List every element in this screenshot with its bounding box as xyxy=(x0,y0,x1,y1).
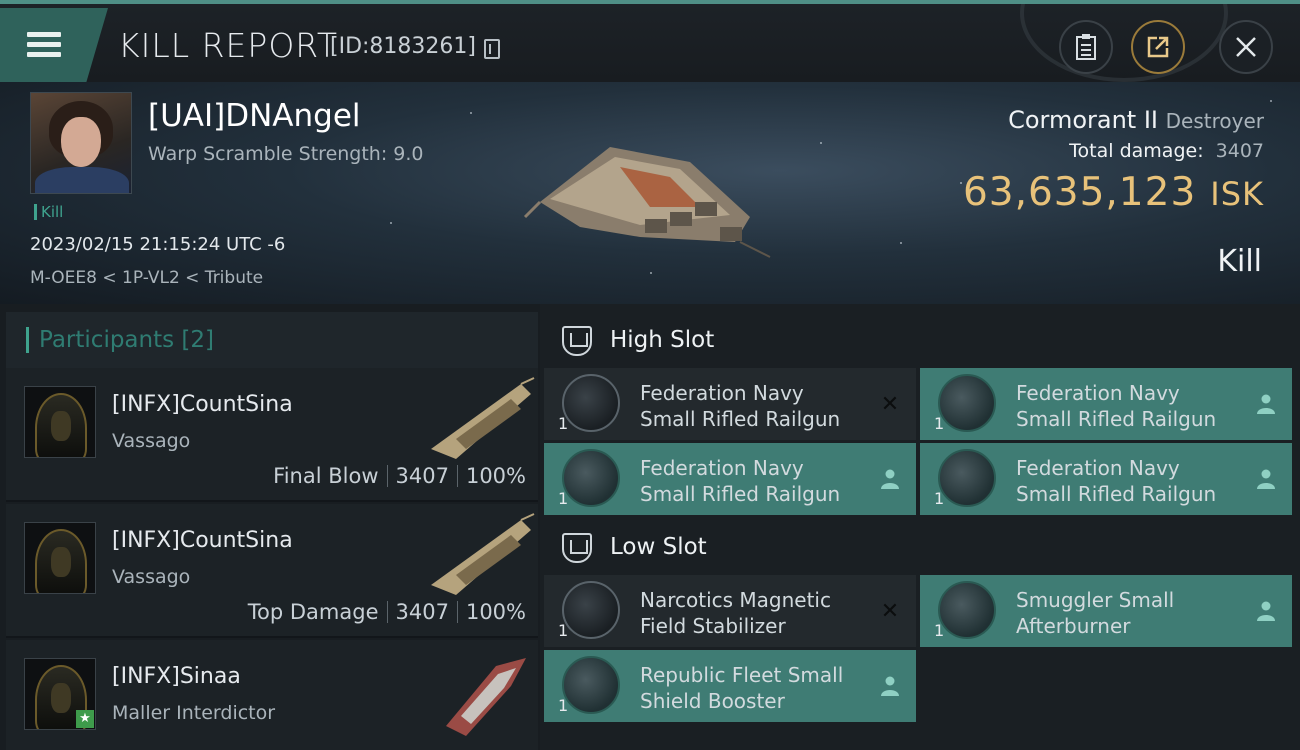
participant-ship-image xyxy=(446,658,526,736)
isk-amount: 63,635,123 xyxy=(962,170,1197,215)
participant-role: Top Damage xyxy=(247,600,379,624)
low-slot-icon xyxy=(562,533,592,563)
module-qty: 1 xyxy=(558,696,569,715)
high-slot-label: High Slot xyxy=(610,327,715,353)
participant-ship: Maller Interdictor xyxy=(112,702,276,724)
participant-name: [INFX]CountSina xyxy=(112,392,293,417)
railgun-icon xyxy=(562,449,620,507)
page-title: KILL REPORT xyxy=(118,26,338,65)
participant-avatar[interactable]: ★ xyxy=(24,658,96,730)
kill-datetime: 2023/02/15 21:15:24 UTC -6 xyxy=(30,234,286,255)
module-name: Federation Navy Small Rifled Railgun xyxy=(1016,456,1217,506)
module-item[interactable]: 1 Federation Navy Small Rifled Railgun ✕ xyxy=(544,368,916,440)
ship-name-text: Cormorant II xyxy=(1008,106,1158,134)
railgun-icon xyxy=(938,374,996,432)
total-damage-label: Total damage: xyxy=(1069,140,1204,162)
afterburner-icon xyxy=(938,581,996,639)
railgun-icon xyxy=(562,374,620,432)
participants-panel: Participants [2] [INFX]CountSina Vassago… xyxy=(0,304,540,750)
shield-booster-icon xyxy=(562,656,620,714)
participant-damage: 3407 xyxy=(395,600,449,624)
total-damage: Total damage: 3407 xyxy=(1069,140,1264,162)
participant-ship: Vassago xyxy=(112,566,191,588)
dropped-person-icon xyxy=(1257,469,1275,489)
destroyed-icon: ✕ xyxy=(880,598,900,624)
share-icon xyxy=(1147,36,1169,58)
module-name: Republic Fleet Small Shield Booster xyxy=(640,663,844,713)
result-label: Kill xyxy=(1217,244,1262,279)
low-slot-header: Low Slot xyxy=(550,519,1300,575)
warp-scramble-strength: Warp Scramble Strength: 9.0 xyxy=(148,143,424,165)
participants-title: Participants [2] xyxy=(26,327,214,353)
module-qty: 1 xyxy=(934,621,945,640)
dropped-person-icon xyxy=(881,676,899,696)
close-button[interactable] xyxy=(1219,20,1273,74)
top-bar: KILL REPORT [ID:8183261] xyxy=(0,0,1300,82)
isk-unit: ISK xyxy=(1210,175,1264,213)
magnetic-stabilizer-icon xyxy=(562,581,620,639)
module-name: Federation Navy Small Rifled Railgun xyxy=(1016,381,1217,431)
victim-banner: [UAI]DNAngel Warp Scramble Strength: 9.0… xyxy=(0,82,1300,304)
close-icon xyxy=(1236,37,1256,57)
module-item[interactable]: 1 Narcotics Magnetic Field Stabilizer ✕ xyxy=(544,575,916,647)
dropped-person-icon xyxy=(881,469,899,489)
participant-ship: Vassago xyxy=(112,430,191,452)
participant-name: [INFX]Sinaa xyxy=(112,664,241,689)
isk-value: 63,635,123 ISK xyxy=(963,170,1264,215)
share-button[interactable] xyxy=(1131,20,1185,74)
module-item[interactable]: 1 Smuggler Small Afterburner xyxy=(920,575,1292,647)
clipboard-button[interactable] xyxy=(1059,20,1113,74)
destroyed-icon: ✕ xyxy=(880,391,900,417)
participant-role: Final Blow xyxy=(273,464,379,488)
victim-ship-image[interactable] xyxy=(520,107,780,277)
participant-ship-image xyxy=(431,513,535,595)
module-item[interactable]: 1 Federation Navy Small Rifled Railgun xyxy=(920,368,1292,440)
module-name: Federation Navy Small Rifled Railgun xyxy=(640,456,841,506)
high-slot-header: High Slot xyxy=(550,312,1300,368)
low-slot-label: Low Slot xyxy=(610,534,707,560)
module-qty: 1 xyxy=(558,414,569,433)
participant-ship-image xyxy=(431,377,535,459)
module-qty: 1 xyxy=(558,621,569,640)
participant-percent: 100% xyxy=(465,464,526,488)
module-qty: 1 xyxy=(558,489,569,508)
high-slot-icon xyxy=(562,326,592,356)
report-id: [ID:8183261] xyxy=(330,34,476,59)
victim-avatar[interactable] xyxy=(30,92,132,194)
participant-row[interactable]: [INFX]CountSina Vassago Top Damage 3407 … xyxy=(6,504,538,638)
module-name: Federation Navy Small Rifled Railgun xyxy=(640,381,841,431)
menu-button[interactable] xyxy=(0,8,108,82)
kill-tag: Kill xyxy=(34,204,63,220)
copy-icon[interactable] xyxy=(484,39,500,59)
participant-name: [INFX]CountSina xyxy=(112,528,293,553)
ship-class-text: Destroyer xyxy=(1165,109,1264,133)
victim-ship-name[interactable]: Cormorant II Destroyer xyxy=(1008,106,1264,134)
total-damage-value: 3407 xyxy=(1215,140,1264,162)
module-name: Smuggler Small Afterburner xyxy=(1016,588,1175,638)
module-item[interactable]: 1 Federation Navy Small Rifled Railgun xyxy=(544,443,916,515)
fitting-panel: High Slot 1 Federation Navy Small Rifled … xyxy=(540,304,1300,750)
module-item[interactable]: 1 Republic Fleet Small Shield Booster xyxy=(544,650,916,722)
participant-row[interactable]: ★ [INFX]Sinaa Maller Interdictor xyxy=(6,640,538,750)
dropped-person-icon xyxy=(1257,394,1275,414)
kill-location: M-OEE8 < 1P-VL2 < Tribute xyxy=(30,268,264,288)
participant-stats: Top Damage 3407 100% xyxy=(248,600,526,624)
star-icon: ★ xyxy=(76,710,94,728)
victim-name[interactable]: [UAI]DNAngel xyxy=(148,98,361,134)
railgun-icon xyxy=(938,449,996,507)
participant-row[interactable]: [INFX]CountSina Vassago Final Blow 3407 … xyxy=(6,368,538,502)
participant-percent: 100% xyxy=(465,600,526,624)
module-item[interactable]: 1 Federation Navy Small Rifled Railgun xyxy=(920,443,1292,515)
participant-damage: 3407 xyxy=(395,464,449,488)
module-qty: 1 xyxy=(934,489,945,508)
participant-avatar[interactable] xyxy=(24,522,96,594)
participant-stats: Final Blow 3407 100% xyxy=(273,464,526,488)
module-name: Narcotics Magnetic Field Stabilizer xyxy=(640,588,831,638)
participant-avatar[interactable] xyxy=(24,386,96,458)
dropped-person-icon xyxy=(1257,601,1275,621)
participants-header[interactable]: Participants [2] xyxy=(6,312,538,368)
module-qty: 1 xyxy=(934,414,945,433)
clipboard-icon xyxy=(1076,34,1096,60)
